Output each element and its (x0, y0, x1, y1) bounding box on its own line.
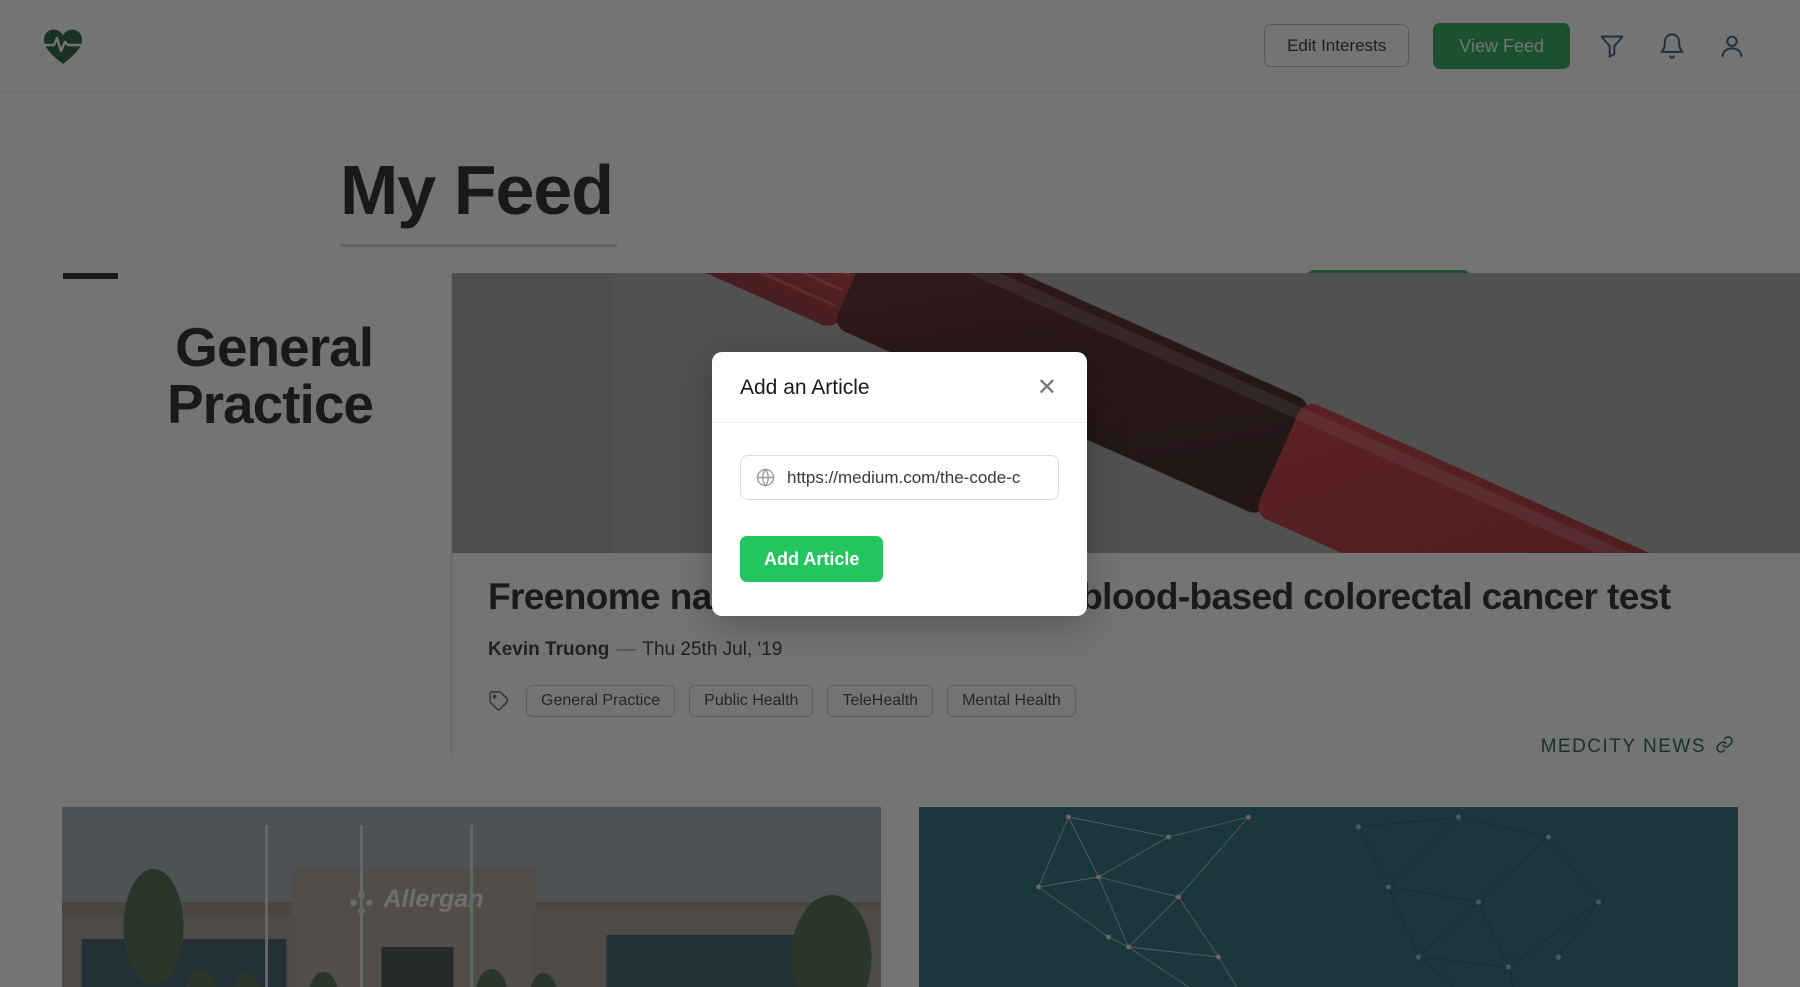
modal-body: Add Article (712, 423, 1087, 616)
add-article-submit-button[interactable]: Add Article (740, 536, 884, 582)
modal-title: Add an Article (740, 376, 870, 399)
modal-header: Add an Article ✕ (712, 352, 1087, 423)
article-url-input[interactable] (787, 467, 1044, 488)
globe-icon (755, 467, 776, 488)
close-icon[interactable]: ✕ (1031, 374, 1063, 402)
add-article-modal: Add an Article ✕ Add Article (712, 352, 1087, 616)
url-field-wrapper[interactable] (740, 455, 1059, 500)
app-root: Edit Interests View Feed (0, 0, 1800, 987)
